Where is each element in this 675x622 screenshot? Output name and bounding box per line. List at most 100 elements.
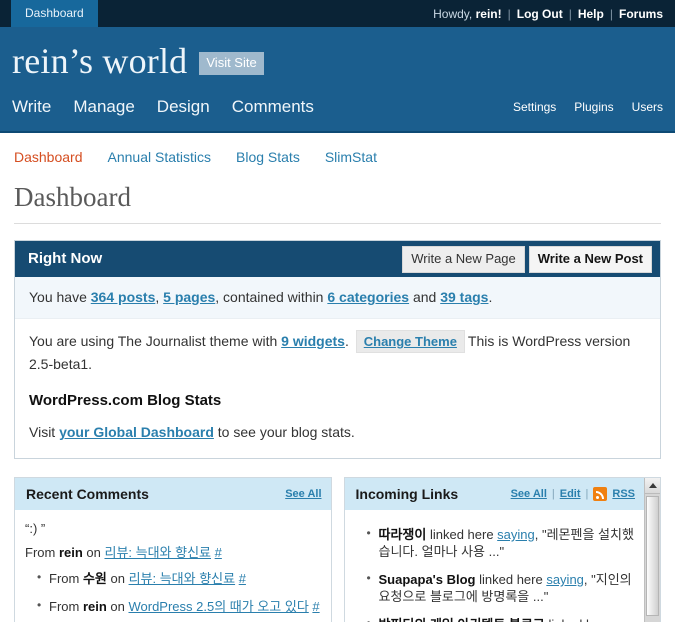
right-now-panel: Right Now Write a New Page Write a New P… [14, 240, 661, 459]
comment-post-link[interactable]: WordPress 2.5의 때가 오고 있다 [128, 599, 308, 614]
recent-comments-see-all-link[interactable]: See All [285, 488, 321, 500]
recent-comments-header-links: See All [285, 488, 321, 500]
topbar-separator-3: | [609, 6, 613, 21]
tags-count-link[interactable]: 39 tags [440, 289, 488, 305]
stats-middle: , contained within [215, 289, 328, 305]
global-dashboard-link[interactable]: your Global Dashboard [59, 424, 214, 440]
nav-item-write[interactable]: Write [12, 97, 51, 117]
list-item: 따라쟁이 linked here saying, "레몬펜을 설치했습니다. 얼… [367, 525, 635, 560]
theme-lead: You are using The Journalist theme with [29, 333, 282, 349]
featured-comment-from-prefix: From [25, 545, 59, 560]
comment-on: on [106, 571, 129, 586]
theme-after-widgets: . [344, 333, 353, 349]
recent-comments-heading: Recent Comments [26, 486, 149, 502]
posts-count-link[interactable]: 364 posts [91, 289, 156, 305]
right-now-stats-row: You have 364 posts, 5 pages, contained w… [15, 277, 660, 319]
incoming-links-edit-link[interactable]: Edit [560, 488, 581, 500]
scrollbar-thumb[interactable] [646, 496, 659, 616]
list-item: 박피디의 게임 아키텍트 블로그 linked here [367, 615, 635, 622]
nav-item-design[interactable]: Design [157, 97, 210, 117]
incoming-links-panel: Incoming Links See All | Edit | RSS 따라쟁이… [343, 477, 661, 622]
incoming-link-saying-link[interactable]: saying [546, 572, 584, 587]
topbar-user-links: Howdy, rein! | Log Out | Help | Forums [433, 0, 675, 27]
comment-on: on [106, 599, 129, 614]
recent-comments-body: “:) ” From rein on 리뷰: 늑대와 향신료 # From 수원… [15, 510, 331, 622]
right-now-heading: Right Now [28, 250, 103, 267]
main-nav: Write Manage Design Comments Settings Pl… [0, 87, 675, 127]
change-theme-button[interactable]: Change Theme [355, 330, 465, 353]
forums-link[interactable]: Forums [619, 7, 663, 21]
list-item: Suapapa's Blog linked here saying, "지인의 … [367, 570, 635, 605]
subnav-item-blog-stats[interactable]: Blog Stats [236, 149, 300, 165]
list-item: From rein on WordPress 2.5의 때가 오고 있다 # [37, 597, 321, 615]
comment-post-link[interactable]: 리뷰: 늑대와 향신료 [129, 571, 236, 586]
blog-stats-suffix: to see your blog stats. [213, 424, 355, 440]
nav-item-manage[interactable]: Manage [73, 97, 134, 117]
blog-stats-prefix: Visit [29, 424, 60, 440]
incoming-link-linked-text: linked here [426, 527, 498, 542]
right-now-header: Right Now Write a New Page Write a New P… [15, 241, 660, 277]
featured-comment: “:) ” From rein on 리뷰: 늑대와 향신료 # [25, 520, 321, 562]
topbar-separator-2: | [568, 6, 572, 21]
right-now-theme-row: You are using The Journalist theme with … [15, 319, 660, 385]
incoming-links-list: 따라쟁이 linked here saying, "레몬펜을 설치했습니다. 얼… [355, 525, 635, 622]
incoming-links-rss-link[interactable]: RSS [612, 488, 635, 500]
nav-item-settings[interactable]: Settings [513, 97, 556, 117]
comment-from-prefix: From [49, 599, 83, 614]
subnav-item-slimstat[interactable]: SlimStat [325, 149, 377, 165]
blog-stats-text: Visit your Global Dashboard to see your … [29, 423, 646, 441]
comment-hash-link[interactable]: # [312, 599, 319, 614]
subnav-item-dashboard[interactable]: Dashboard [14, 149, 83, 165]
nav-item-comments[interactable]: Comments [232, 97, 314, 117]
incoming-links-heading: Incoming Links [355, 486, 459, 502]
nav-item-plugins[interactable]: Plugins [574, 97, 613, 117]
write-new-page-button[interactable]: Write a New Page [402, 245, 525, 273]
incoming-links-header-links: See All | Edit | RSS [511, 487, 635, 501]
incoming-link-saying-link[interactable]: saying [497, 527, 535, 542]
featured-comment-post-link[interactable]: 리뷰: 늑대와 향신료 [104, 545, 211, 560]
sub-nav: Dashboard Annual Statistics Blog Stats S… [0, 131, 675, 167]
comment-from-prefix: From [49, 571, 83, 586]
topbar-tab-label: Dashboard [25, 6, 84, 20]
howdy-greeting: Howdy, rein! [433, 7, 501, 21]
incoming-links-see-all-link[interactable]: See All [511, 488, 547, 500]
header-separator-2: | [585, 488, 589, 500]
howdy-username: rein! [475, 6, 502, 21]
title-divider [14, 223, 661, 224]
rss-icon[interactable] [593, 487, 608, 501]
incoming-link-linked-text: linked here [545, 617, 612, 622]
stats-end: . [488, 289, 493, 305]
stats-lead: You have [29, 289, 91, 305]
incoming-links-header: Incoming Links See All | Edit | RSS [344, 478, 644, 510]
admin-topbar: Dashboard Howdy, rein! | Log Out | Help … [0, 0, 675, 27]
visit-site-button[interactable]: Visit Site [199, 52, 264, 75]
howdy-prefix: Howdy, [433, 6, 476, 21]
nav-item-users[interactable]: Users [632, 97, 663, 117]
comment-hash-link[interactable]: # [239, 571, 246, 586]
subnav-item-annual-statistics[interactable]: Annual Statistics [108, 149, 212, 165]
featured-comment-on: on [82, 545, 105, 560]
widgets-count-link[interactable]: 9 widgets [281, 333, 345, 349]
blog-stats-section: WordPress.com Blog Stats Visit your Glob… [15, 385, 660, 458]
recent-comments-list: From 수원 on 리뷰: 늑대와 향신료 # From rein on Wo… [25, 569, 321, 615]
featured-comment-hash-link[interactable]: # [215, 545, 222, 560]
incoming-links-scrollbar[interactable] [644, 478, 660, 622]
incoming-link-source: 따라쟁이 [378, 527, 427, 542]
scroll-up-button[interactable] [645, 478, 660, 494]
pages-count-link[interactable]: 5 pages [163, 289, 215, 305]
site-title: rein’s world [12, 41, 188, 81]
featured-comment-author: rein [58, 545, 83, 560]
write-new-post-button[interactable]: Write a New Post [528, 245, 652, 273]
header-separator-1: | [551, 488, 555, 500]
site-header: rein’s world Visit Site Write Manage Des… [0, 27, 675, 131]
comment-author: 수원 [82, 571, 107, 586]
logout-link[interactable]: Log Out [517, 7, 563, 21]
categories-count-link[interactable]: 6 categories [327, 289, 409, 305]
featured-comment-quote: “:) ” [25, 521, 46, 536]
help-link[interactable]: Help [578, 7, 604, 21]
site-title-row: rein’s world Visit Site [0, 27, 675, 87]
topbar-tab-dashboard[interactable]: Dashboard [11, 0, 98, 27]
chevron-up-icon [648, 483, 657, 488]
incoming-link-source: 박피디의 게임 아키텍트 블로그 [379, 617, 545, 622]
incoming-link-linked-text: linked here [475, 572, 547, 587]
